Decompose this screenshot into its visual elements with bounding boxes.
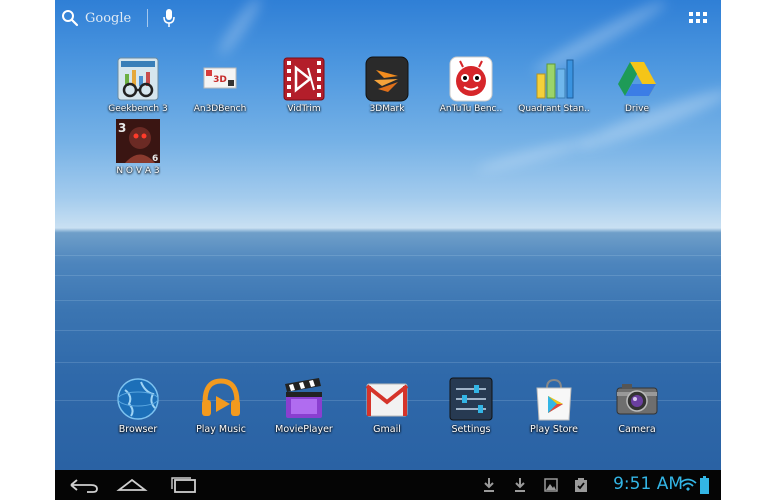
system-bar: 9:51 AM [55,470,721,500]
wifi-icon[interactable] [679,478,697,492]
gallery-icon[interactable] [544,478,558,492]
app-label: Drive [625,104,649,114]
microphone-icon[interactable] [162,8,176,28]
app-label: VidTrim [287,104,321,114]
app-label: N O V A 3 [116,166,160,176]
all-apps-button[interactable] [689,12,709,26]
dock-camera[interactable]: Camera [596,376,678,435]
dock-play-store[interactable]: Play Store [513,376,595,435]
dock-movieplayer[interactable]: MoviePlayer [263,376,345,435]
app-nova-3[interactable]: 3 6 N O V A 3 [97,118,179,176]
back-icon[interactable] [67,476,101,494]
dock-gmail[interactable]: Gmail [346,376,428,435]
tablet-screen: Google Geekbench 3 3D An3DBench VidTrim … [55,0,721,500]
play-music-icon [198,376,244,422]
dock-browser[interactable]: Browser [97,376,179,435]
app-quadrant-standard[interactable]: Quadrant Stan.. [513,56,595,114]
app-label: Geekbench 3 [108,104,168,114]
dock-play-music[interactable]: Play Music [180,376,262,435]
app-label: AnTuTu Benc.. [439,104,503,114]
app-label: Camera [618,424,656,435]
svg-text:3D: 3D [213,75,227,85]
browser-icon [115,376,161,422]
task-check-icon[interactable] [574,477,588,493]
drive-icon [614,56,660,102]
play-store-icon [531,376,577,422]
dock-settings[interactable]: Settings [430,376,512,435]
clock[interactable]: 9:51 AM [613,474,683,494]
google-search-label[interactable]: Google [85,11,131,26]
nova3-icon: 3 6 [115,118,161,164]
app-label: Browser [118,424,158,435]
app-geekbench-3[interactable]: Geekbench 3 [97,56,179,114]
download-icon[interactable] [513,477,527,493]
app-label: 3DMark [369,104,405,114]
movieplayer-icon [281,376,327,422]
app-label: Settings [451,424,491,435]
camera-icon [614,376,660,422]
geekbench-icon [115,56,161,102]
app-vidtrim[interactable]: VidTrim [263,56,345,114]
quadrant-icon [531,56,577,102]
app-an3dbench[interactable]: 3D An3DBench [179,56,261,114]
svg-text:6: 6 [152,154,158,164]
recent-apps-icon[interactable] [167,476,201,494]
svg-text:3: 3 [118,121,126,135]
app-drive[interactable]: Drive [596,56,678,114]
gmail-icon [364,376,410,422]
battery-icon[interactable] [700,476,709,494]
google-search-bar[interactable]: Google [61,6,176,30]
app-label: Play Music [196,424,246,435]
home-icon[interactable] [115,476,149,494]
search-divider [147,9,149,27]
app-3dmark[interactable]: 3DMark [346,56,428,114]
settings-icon [448,376,494,422]
app-label: Play Store [530,424,578,435]
app-label: Quadrant Stan.. [518,104,590,114]
antutu-icon [448,56,494,102]
app-label: An3DBench [193,104,247,114]
search-icon[interactable] [61,9,79,27]
app-antutu[interactable]: AnTuTu Benc.. [430,56,512,114]
vidtrim-icon [281,56,327,102]
3dmark-icon [364,56,410,102]
an3dbench-icon: 3D [197,56,243,102]
app-label: MoviePlayer [275,424,333,435]
app-label: Gmail [373,424,401,435]
download-icon[interactable] [482,477,496,493]
